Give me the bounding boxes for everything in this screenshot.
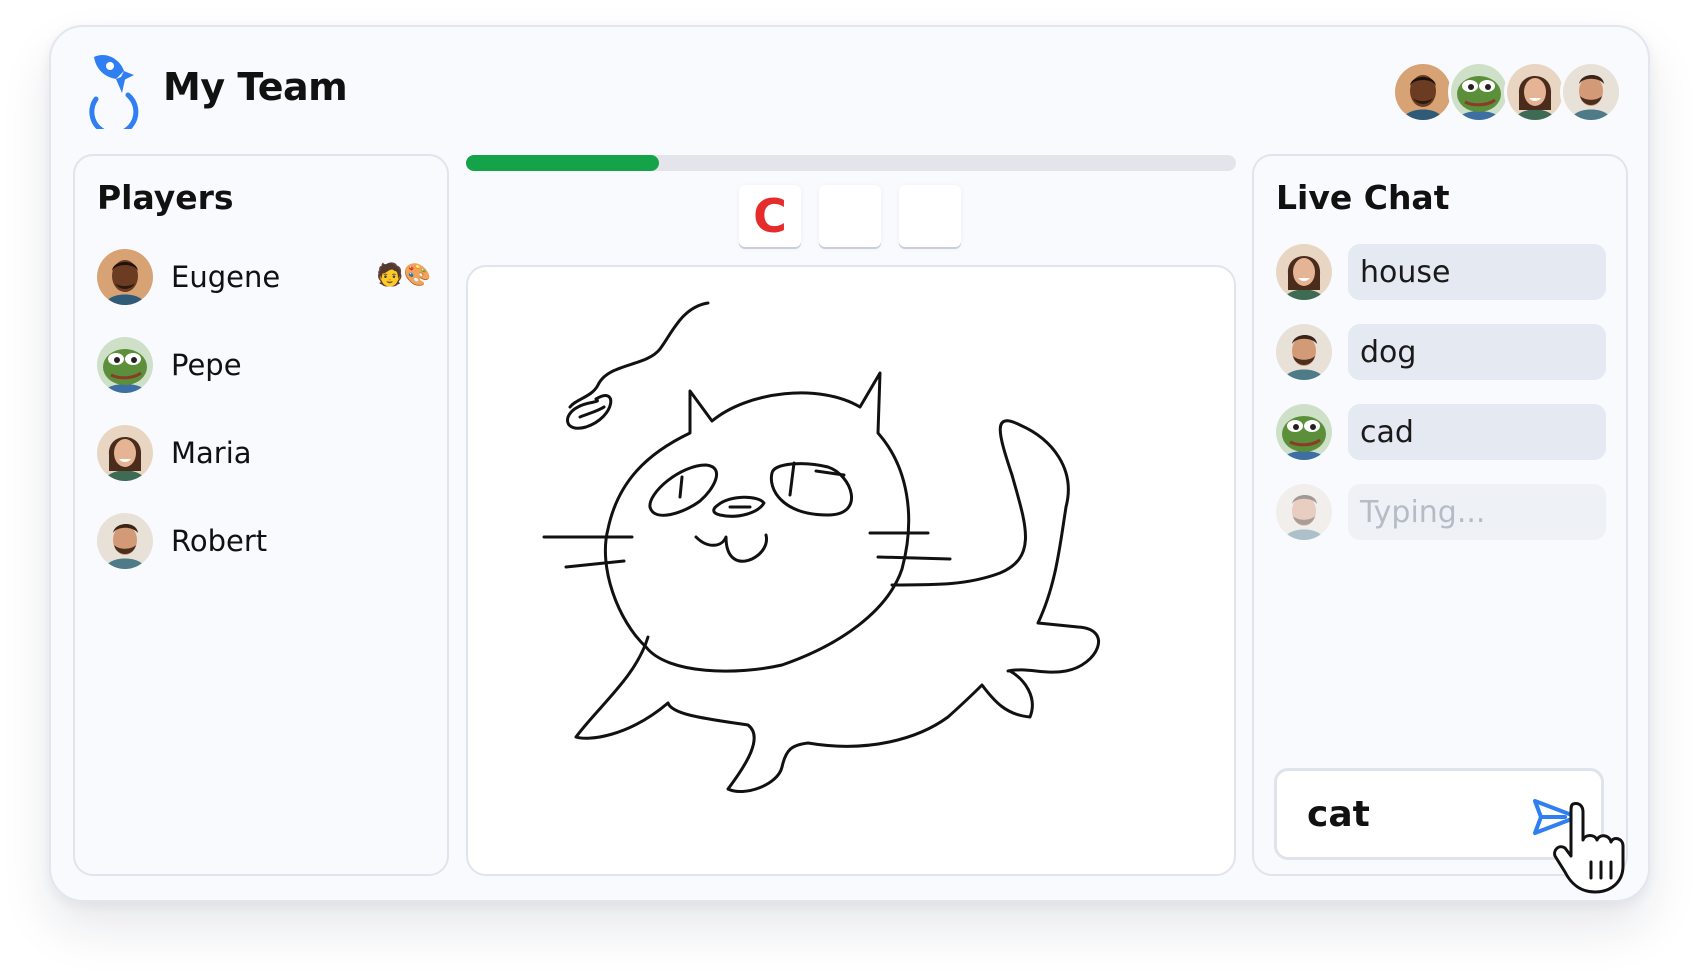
avatar <box>1276 244 1332 300</box>
player-row-maria[interactable]: Maria <box>97 424 431 482</box>
team-title: My Team <box>163 65 348 109</box>
team-avatars <box>1392 61 1622 123</box>
chat-bubble: cad <box>1348 404 1606 460</box>
players-title: Players <box>97 178 234 217</box>
letter-slot-1: C <box>739 185 801 247</box>
player-name: Robert <box>171 524 268 558</box>
avatar <box>97 337 153 393</box>
player-row-pepe[interactable]: Pepe <box>97 336 431 394</box>
pointer-hand-icon <box>1553 802 1625 894</box>
artist-palette-icon: 🧑🎨 <box>376 262 431 287</box>
chat-message: house <box>1276 244 1606 300</box>
avatar <box>1276 404 1332 460</box>
chat-bubble: house <box>1348 244 1606 300</box>
letter-slot-3 <box>899 185 961 247</box>
round-progress-fill <box>466 155 659 171</box>
typing-bubble: Typing... <box>1348 484 1606 540</box>
letter-slot-2 <box>819 185 881 247</box>
avatar <box>97 425 153 481</box>
word-letter-slots: C <box>739 185 979 247</box>
avatar <box>97 513 153 569</box>
avatar <box>1276 324 1332 380</box>
avatar-robert[interactable] <box>1560 61 1622 123</box>
player-row-robert[interactable]: Robert <box>97 512 431 570</box>
round-progress-bar <box>466 155 1236 171</box>
avatar-pepe[interactable] <box>1448 61 1510 123</box>
typing-indicator: Typing... <box>1276 484 1606 540</box>
avatar-eugene[interactable] <box>1392 61 1454 123</box>
avatar-maria[interactable] <box>1504 61 1566 123</box>
chat-message: dog <box>1276 324 1606 380</box>
chat-bubble: dog <box>1348 324 1606 380</box>
players-panel: Players Eugene 🧑🎨 Pepe Maria Robert <box>73 154 449 876</box>
cat-drawing <box>542 301 1100 794</box>
player-name: Pepe <box>171 348 242 382</box>
chat-message-input[interactable] <box>1307 789 1507 839</box>
drawing-canvas[interactable] <box>466 265 1236 876</box>
avatar <box>97 249 153 305</box>
player-row-eugene[interactable]: Eugene 🧑🎨 <box>97 248 431 306</box>
avatar <box>1276 484 1332 540</box>
player-name: Maria <box>171 436 252 470</box>
chat-title: Live Chat <box>1276 178 1450 217</box>
live-chat-panel: Live Chat house dog cad Typing... <box>1252 154 1628 876</box>
player-name: Eugene <box>171 260 281 294</box>
chat-message: cad <box>1276 404 1606 460</box>
rocket-logo-icon <box>89 54 139 129</box>
